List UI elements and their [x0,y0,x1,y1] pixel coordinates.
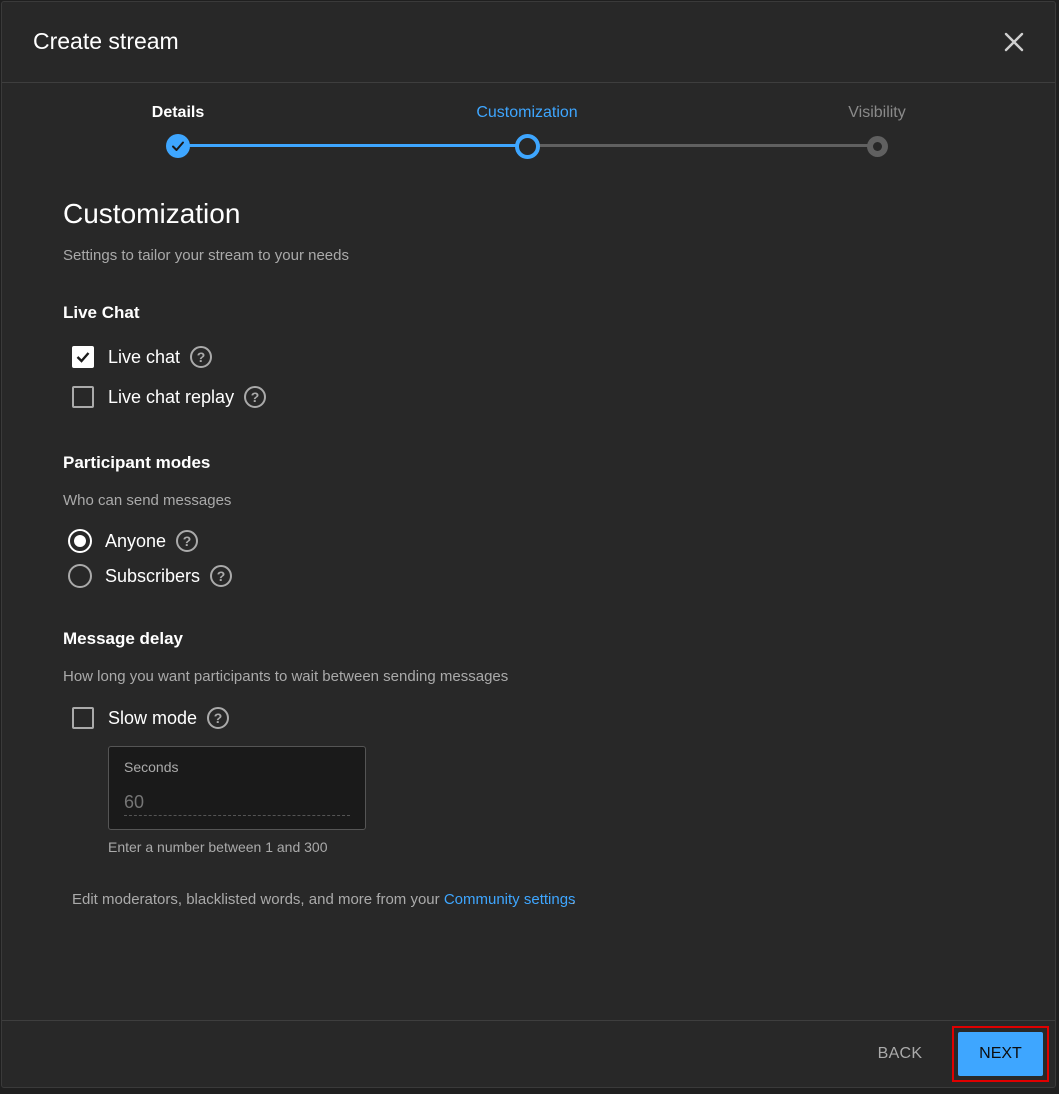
community-settings-link[interactable]: Community settings [444,891,576,908]
dialog-title: Create stream [33,28,179,54]
checkmark-icon [172,141,184,151]
participant-modes-subtitle: Who can send messages [63,492,232,509]
check-icon [76,352,90,363]
help-icon[interactable]: ? [190,346,213,368]
help-icon[interactable]: ? [210,565,233,587]
step-details-dot[interactable] [166,134,190,158]
step-customization-dot[interactable] [515,134,540,159]
anyone-radio[interactable] [68,529,92,553]
live-chat-label: Live chat [108,346,181,367]
step-progress-line-upcoming [527,144,877,147]
create-stream-dialog: Create stream Details Customization Visi… [1,1,1056,1088]
close-button[interactable] [1001,29,1027,55]
anyone-label: Anyone [105,530,167,551]
live-chat-replay-label: Live chat replay [108,386,235,407]
live-chat-heading: Live Chat [63,303,140,322]
community-note: Edit moderators, blacklisted words, and … [72,891,576,908]
next-button[interactable]: NEXT [958,1032,1043,1076]
community-text: Edit moderators, blacklisted words, and … [72,891,440,908]
step-progress-line-completed [178,144,527,147]
seconds-label: Seconds [124,759,179,775]
slow-mode-label: Slow mode [108,707,198,728]
live-chat-checkbox[interactable] [72,346,94,368]
slow-mode-checkbox[interactable] [72,707,94,729]
help-icon[interactable]: ? [244,386,267,408]
live-chat-replay-checkbox[interactable] [72,386,94,408]
participant-modes-heading: Participant modes [63,453,211,472]
subscribers-option[interactable]: Subscribers ? [68,564,233,588]
message-delay-subtitle: How long you want participants to wait b… [63,668,509,685]
step-visibility-dot[interactable] [867,136,888,157]
dialog-footer: BACK NEXT [2,1020,1055,1087]
stepper: Details Customization Visibility [2,82,1055,172]
page-title: Customization [63,198,241,229]
live-chat-replay-option[interactable]: Live chat replay ? [72,386,267,408]
subscribers-label: Subscribers [105,565,201,586]
subscribers-radio[interactable] [68,564,92,588]
dialog-header: Create stream [2,2,1055,83]
slow-mode-option[interactable]: Slow mode ? [72,707,230,729]
close-icon [1004,32,1024,52]
help-icon[interactable]: ? [207,707,230,729]
message-delay-heading: Message delay [63,629,184,648]
help-icon[interactable]: ? [176,530,199,552]
step-customization-label[interactable]: Customization [476,104,577,122]
back-button[interactable]: BACK [865,1034,935,1074]
live-chat-option[interactable]: Live chat ? [72,346,213,368]
step-details-label[interactable]: Details [152,104,204,122]
seconds-field[interactable]: Seconds [108,746,366,830]
community-suffix: . [571,891,576,908]
seconds-input[interactable] [124,789,350,816]
seconds-hint: Enter a number between 1 and 300 [108,839,328,855]
anyone-option[interactable]: Anyone ? [68,529,199,553]
page-subtitle: Settings to tailor your stream to your n… [63,247,349,264]
step-visibility-label[interactable]: Visibility [848,104,906,122]
